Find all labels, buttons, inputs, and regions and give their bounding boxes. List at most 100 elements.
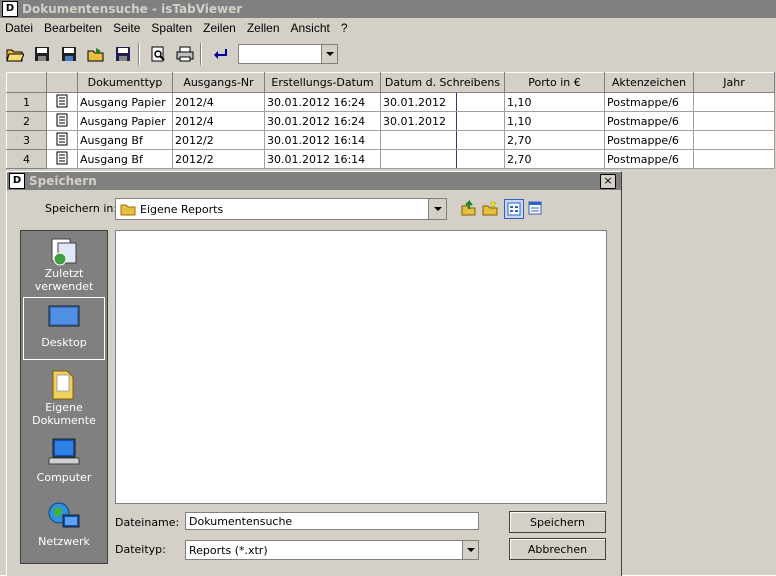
table-row[interactable]: 3 Ausgang Bf 2012/2 30.01.2012 16:14 2,7…	[6, 130, 775, 150]
cell-porto[interactable]: 2,70	[504, 149, 605, 169]
cell-dokumenttyp[interactable]: Ausgang Bf	[77, 149, 173, 169]
export-icon[interactable]	[84, 42, 108, 66]
lookin-combo[interactable]: Eigene Reports	[115, 198, 447, 220]
file-list[interactable]	[115, 230, 607, 504]
cell-datum-schreibens[interactable]: 30.01.2012	[380, 111, 457, 131]
cell-erstellungs-datum[interactable]: 30.01.2012 16:24	[264, 92, 381, 112]
filename-label: Dateiname:	[115, 516, 180, 529]
cell-erstellungs-datum[interactable]: 30.01.2012 16:24	[264, 111, 381, 131]
place-computer[interactable]: Computer	[23, 433, 105, 493]
menu-help[interactable]: ?	[336, 21, 354, 35]
cell-dokumenttyp[interactable]: Ausgang Papier	[77, 92, 173, 112]
menu-ansicht[interactable]: Ansicht	[286, 21, 336, 35]
cell-ausgangs-nr[interactable]: 2012/2	[172, 149, 265, 169]
header-icon-col[interactable]	[46, 72, 78, 93]
wrap-return-icon[interactable]	[208, 42, 232, 66]
document-icon[interactable]	[46, 111, 78, 131]
cell-jahr[interactable]	[693, 111, 775, 131]
save-button[interactable]: Speichern	[509, 511, 606, 533]
table-row[interactable]: 4 Ausgang Bf 2012/2 30.01.2012 16:14 2,7…	[6, 149, 775, 169]
header-datum-schreibens[interactable]: Datum d. Schreibens	[380, 72, 505, 93]
header-porto[interactable]: Porto in €	[504, 72, 605, 93]
row-number[interactable]: 1	[6, 92, 47, 112]
cell-dokumenttyp[interactable]: Ausgang Bf	[77, 130, 173, 150]
filetype-select[interactable]: Reports (*.xtr)	[185, 540, 479, 560]
table-row[interactable]: 1 Ausgang Papier 2012/4 30.01.2012 16:24…	[6, 92, 775, 112]
cell-jahr[interactable]	[693, 130, 775, 150]
cell-ausgangs-nr[interactable]: 2012/2	[172, 130, 265, 150]
cell-aktenzeichen[interactable]: Postmappe/6	[604, 111, 694, 131]
cell-dokumenttyp[interactable]: Ausgang Papier	[77, 111, 173, 131]
dialog-titlebar[interactable]: D Speichern ×	[7, 172, 621, 190]
row-number[interactable]: 2	[6, 111, 47, 131]
save-as-icon[interactable]	[57, 42, 81, 66]
cell-erstellungs-datum[interactable]: 30.01.2012 16:14	[264, 130, 381, 150]
open-folder-icon[interactable]	[3, 42, 27, 66]
new-folder-icon[interactable]	[481, 199, 499, 217]
cell-extra[interactable]	[456, 149, 505, 169]
header-aktenzeichen[interactable]: Aktenzeichen	[604, 72, 694, 93]
dialog-app-icon: D	[9, 173, 25, 189]
details-view-icon[interactable]	[526, 199, 544, 217]
toolbar-separator	[200, 43, 202, 65]
row-number[interactable]: 4	[6, 149, 47, 169]
document-icon[interactable]	[46, 130, 78, 150]
cell-ausgangs-nr[interactable]: 2012/4	[172, 111, 265, 131]
cell-datum-schreibens[interactable]: 30.01.2012	[380, 92, 457, 112]
menu-zeilen[interactable]: Zeilen	[198, 21, 242, 35]
chevron-down-icon[interactable]	[428, 199, 446, 219]
window-titlebar[interactable]: D Dokumentensuche - isTabViewer	[0, 0, 776, 18]
toolbar-combo[interactable]	[238, 44, 338, 64]
cell-aktenzeichen[interactable]: Postmappe/6	[604, 149, 694, 169]
folder-icon	[120, 204, 136, 216]
header-dokumenttyp[interactable]: Dokumenttyp	[77, 72, 173, 93]
cell-datum-schreibens[interactable]	[380, 130, 457, 150]
print-icon[interactable]	[173, 42, 197, 66]
cell-jahr[interactable]	[693, 149, 775, 169]
close-icon[interactable]: ×	[600, 174, 616, 189]
menu-seite[interactable]: Seite	[108, 21, 146, 35]
cell-extra[interactable]	[456, 130, 505, 150]
cell-extra[interactable]	[456, 92, 505, 112]
cell-erstellungs-datum[interactable]: 30.01.2012 16:14	[264, 149, 381, 169]
cell-aktenzeichen[interactable]: Postmappe/6	[604, 130, 694, 150]
filename-input[interactable]: Dokumentensuche	[185, 512, 479, 530]
place-desktop[interactable]: Desktop	[23, 297, 105, 360]
cell-aktenzeichen[interactable]: Postmappe/6	[604, 92, 694, 112]
place-network[interactable]: Netzwerk	[23, 497, 105, 559]
cell-ausgangs-nr[interactable]: 2012/4	[172, 92, 265, 112]
cell-extra[interactable]	[456, 111, 505, 131]
cell-porto[interactable]: 1,10	[504, 92, 605, 112]
chevron-down-icon[interactable]	[462, 541, 478, 559]
header-erstellungs-datum[interactable]: Erstellungs-Datum	[264, 72, 381, 93]
list-view-icon[interactable]	[504, 199, 524, 219]
table-row[interactable]: 2 Ausgang Papier 2012/4 30.01.2012 16:24…	[6, 111, 775, 131]
up-folder-icon[interactable]	[459, 199, 477, 217]
cell-datum-schreibens[interactable]	[380, 149, 457, 169]
header-corner[interactable]	[6, 72, 47, 93]
row-number[interactable]: 3	[6, 130, 47, 150]
menu-datei[interactable]: Datei	[0, 21, 39, 35]
cancel-button[interactable]: Abbrechen	[509, 538, 606, 560]
place-recent-line2: verwendet	[34, 280, 94, 293]
cell-jahr[interactable]	[693, 92, 775, 112]
header-datum-schreibens-label: Datum d. Schreibens	[384, 76, 501, 89]
menu-zellen[interactable]: Zellen	[242, 21, 286, 35]
chevron-down-icon[interactable]	[321, 45, 337, 63]
save-all-icon[interactable]	[111, 42, 135, 66]
header-ausgangs-nr[interactable]: Ausgangs-Nr	[172, 72, 265, 93]
save-icon[interactable]	[30, 42, 54, 66]
menu-spalten[interactable]: Spalten	[146, 21, 198, 35]
cell-porto[interactable]: 1,10	[504, 111, 605, 131]
document-icon[interactable]	[46, 92, 78, 112]
cell-porto[interactable]: 2,70	[504, 130, 605, 150]
place-recent-line1: Zuletzt	[44, 267, 84, 280]
place-documents[interactable]: Eigene Dokumente	[23, 363, 105, 429]
print-preview-icon[interactable]	[146, 42, 170, 66]
lookin-label: Speichern in:	[45, 202, 118, 215]
menu-bearbeiten[interactable]: Bearbeiten	[39, 21, 108, 35]
desktop-icon	[24, 302, 104, 332]
place-recent[interactable]: Zuletzt verwendet	[23, 233, 105, 295]
header-jahr[interactable]: Jahr	[693, 72, 775, 93]
document-icon[interactable]	[46, 149, 78, 169]
